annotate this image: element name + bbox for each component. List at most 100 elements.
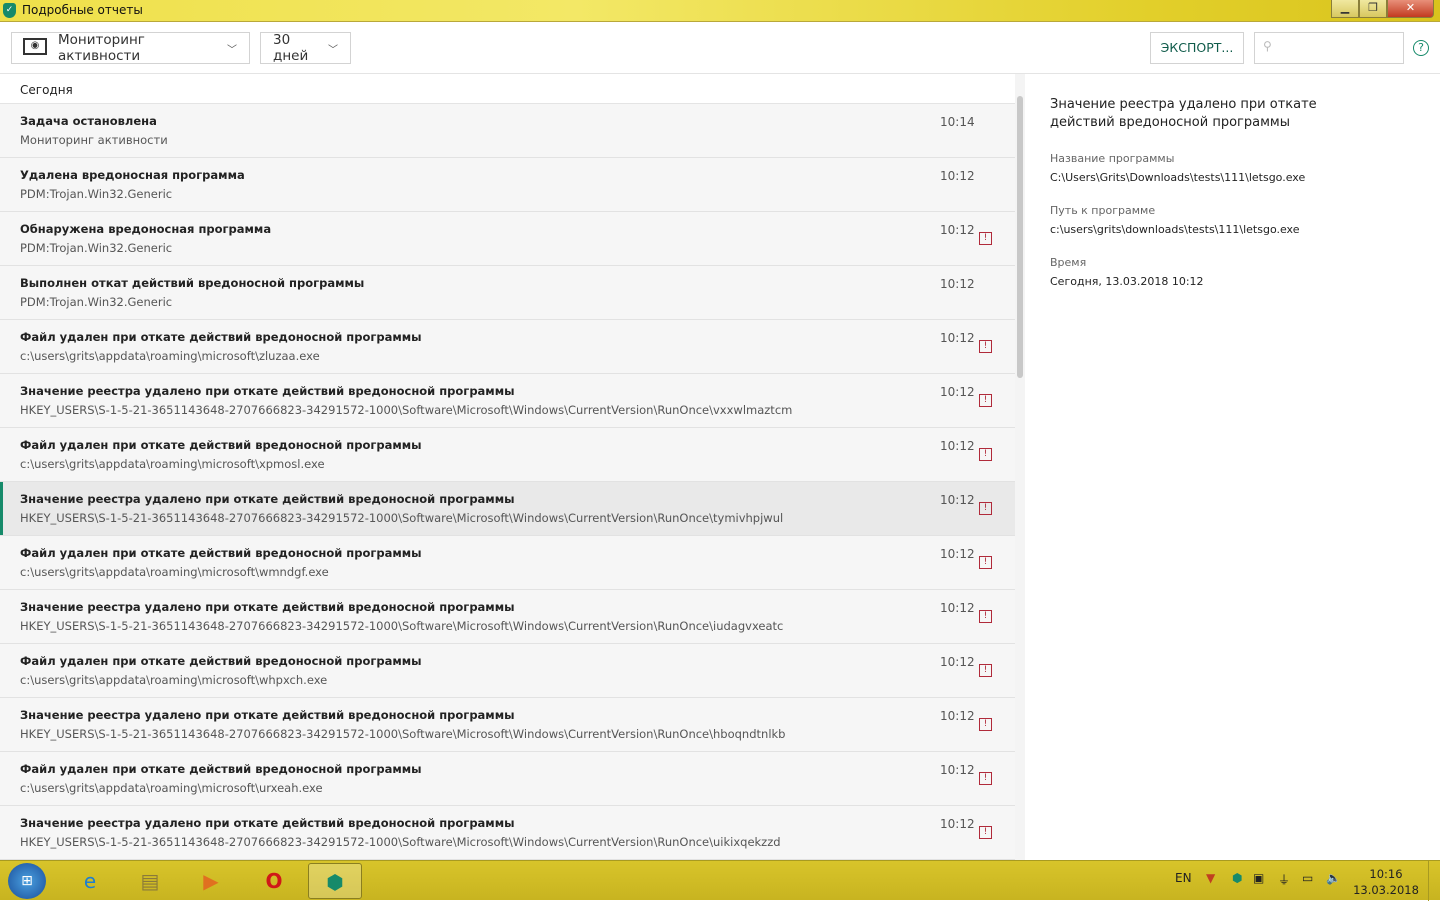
help-icon[interactable]: ?	[1413, 40, 1429, 56]
event-time: 10:12	[940, 763, 975, 777]
event-subtitle: PDM:Trojan.Win32.Generic	[20, 295, 173, 309]
vmware-tray-icon[interactable]: ▣	[1253, 871, 1264, 885]
event-subtitle: c:\users\grits\appdata\roaming\microsoft…	[20, 565, 329, 579]
event-row[interactable]: Файл удален при откате действий вредонос…	[0, 428, 1015, 482]
detail-panel: Значение реестра удалено при откате дейс…	[1025, 74, 1440, 860]
group-header: Сегодня	[0, 74, 1015, 104]
event-title: Значение реестра удалено при откате дейс…	[20, 600, 515, 614]
event-row[interactable]: Файл удален при откате действий вредонос…	[0, 320, 1015, 374]
language-indicator[interactable]: EN	[1175, 871, 1192, 885]
alert-icon: !	[979, 448, 992, 461]
kaspersky-tray-icon[interactable]: ⬢	[1232, 871, 1242, 885]
scrollbar[interactable]	[1015, 74, 1025, 860]
window-title: Подробные отчеты	[22, 3, 143, 17]
event-time: 10:12	[940, 385, 975, 399]
alert-icon: !	[979, 394, 992, 407]
export-button[interactable]: ЭКСПОРТ...	[1150, 32, 1244, 64]
alert-icon: !	[979, 232, 992, 245]
restore-button[interactable]: ❐	[1359, 0, 1387, 18]
clock[interactable]: 10:16 13.03.2018	[1350, 866, 1422, 898]
event-title: Файл удален при откате действий вредонос…	[20, 330, 422, 344]
event-time: 10:12	[940, 817, 975, 831]
alert-icon: !	[979, 718, 992, 731]
minimize-button[interactable]: ▁	[1331, 0, 1359, 18]
event-subtitle: HKEY_USERS\S-1-5-21-3651143648-270766682…	[20, 835, 781, 849]
media-player-icon[interactable]: ▶	[184, 863, 238, 899]
period-value: 30 дней	[273, 32, 309, 64]
event-title: Обнаружена вредоносная программа	[20, 222, 272, 236]
event-title: Файл удален при откате действий вредонос…	[20, 654, 422, 668]
volume-icon[interactable]: 🔈	[1326, 871, 1341, 885]
period-dropdown[interactable]: 30 дней ﹀	[260, 32, 351, 64]
event-row[interactable]: Задача остановлена Мониторинг активности…	[0, 104, 1015, 158]
opera-icon[interactable]: O	[247, 863, 301, 899]
show-desktop-button[interactable]	[1428, 861, 1440, 901]
alert-icon: !	[979, 610, 992, 623]
event-subtitle: Мониторинг активности	[20, 133, 168, 147]
toolbar: ◉ Мониторинг активности ﹀ 30 дней ﹀ ЭКСП…	[0, 22, 1440, 74]
event-subtitle: HKEY_USERS\S-1-5-21-3651143648-270766682…	[20, 403, 793, 417]
start-button[interactable]: ⊞	[8, 863, 46, 899]
event-title: Значение реестра удалено при откате дейс…	[20, 384, 515, 398]
event-row[interactable]: Значение реестра удалено при откате дейс…	[0, 374, 1015, 428]
taskbar: ⊞ e ▤ ▶ O ⬢ EN ▼ ⬢ ▣ ⏚ ▭ 🔈 10:16 13.03.20…	[0, 860, 1440, 901]
tray-app-icon[interactable]: ▼	[1206, 871, 1215, 885]
alert-icon: !	[979, 826, 992, 839]
event-row[interactable]: Файл удален при откате действий вредонос…	[0, 536, 1015, 590]
event-row[interactable]: Значение реестра удалено при откате дейс…	[0, 698, 1015, 752]
event-title: Задача остановлена	[20, 114, 157, 128]
event-row[interactable]: Файл удален при откате действий вредонос…	[0, 644, 1015, 698]
field-value: c:\users\grits\downloads\tests\111\letsg…	[1050, 223, 1300, 236]
scrollbar-thumb[interactable]	[1017, 96, 1023, 378]
detail-title: Значение реестра удалено при откате дейс…	[1050, 97, 1317, 130]
component-dropdown[interactable]: ◉ Мониторинг активности ﹀	[11, 32, 250, 64]
event-subtitle: c:\users\grits\appdata\roaming\microsoft…	[20, 349, 320, 363]
usb-tray-icon[interactable]: ⏚	[1278, 871, 1290, 888]
event-time: 10:12	[940, 439, 975, 453]
event-time: 10:12	[940, 547, 975, 561]
alert-icon: !	[979, 664, 992, 677]
event-time: 10:12	[940, 223, 975, 237]
field-label: Время	[1050, 256, 1087, 269]
network-tray-icon[interactable]: ▭	[1302, 871, 1313, 885]
event-list: Сегодня Задача остановлена Мониторинг ак…	[0, 74, 1015, 860]
event-subtitle: c:\users\grits\appdata\roaming\microsoft…	[20, 781, 323, 795]
kaspersky-taskbar-icon[interactable]: ⬢	[308, 863, 362, 899]
close-button[interactable]: ✕	[1387, 0, 1434, 18]
alert-icon: !	[979, 502, 992, 515]
event-time: 10:12	[940, 709, 975, 723]
search-input[interactable]: ⚲	[1254, 32, 1404, 64]
event-subtitle: HKEY_USERS\S-1-5-21-3651143648-270766682…	[20, 511, 784, 525]
field-label: Название программы	[1050, 152, 1175, 165]
event-time: 10:12	[940, 655, 975, 669]
event-row[interactable]: Выполнен откат действий вредоносной прог…	[0, 266, 1015, 320]
clock-time: 10:16	[1369, 867, 1403, 881]
event-title: Файл удален при откате действий вредонос…	[20, 546, 422, 560]
chevron-down-icon: ﹀	[328, 44, 338, 56]
event-row[interactable]: Удалена вредоносная программа PDM:Trojan…	[0, 158, 1015, 212]
field-label: Путь к программе	[1050, 204, 1156, 217]
event-subtitle: c:\users\grits\appdata\roaming\microsoft…	[20, 673, 328, 687]
event-time: 10:12	[940, 331, 975, 345]
alert-icon: !	[979, 772, 992, 785]
event-title: Значение реестра удалено при откате дейс…	[20, 816, 515, 830]
event-row[interactable]: Обнаружена вредоносная программа PDM:Tro…	[0, 212, 1015, 266]
kaspersky-shield-icon: ✓	[3, 3, 16, 18]
component-value: Мониторинг активности	[58, 32, 145, 64]
event-time: 10:12	[940, 277, 975, 291]
clock-date: 13.03.2018	[1353, 883, 1419, 897]
event-row[interactable]: Значение реестра удалено при откате дейс…	[0, 482, 1015, 536]
event-row[interactable]: Файл удален при откате действий вредонос…	[0, 752, 1015, 806]
alert-icon: !	[979, 340, 992, 353]
event-time: 10:12	[940, 169, 975, 183]
ie-icon[interactable]: e	[63, 863, 117, 899]
event-row[interactable]: Значение реестра удалено при откате дейс…	[0, 806, 1015, 860]
event-time: 10:14	[940, 115, 975, 129]
event-title: Файл удален при откате действий вредонос…	[20, 762, 422, 776]
field-value: C:\Users\Grits\Downloads\tests\111\letsg…	[1050, 171, 1306, 184]
search-icon: ⚲	[1263, 39, 1272, 53]
monitor-eye-icon: ◉	[23, 38, 47, 55]
explorer-icon[interactable]: ▤	[123, 863, 177, 899]
chevron-down-icon: ﹀	[227, 44, 237, 56]
event-row[interactable]: Значение реестра удалено при откате дейс…	[0, 590, 1015, 644]
